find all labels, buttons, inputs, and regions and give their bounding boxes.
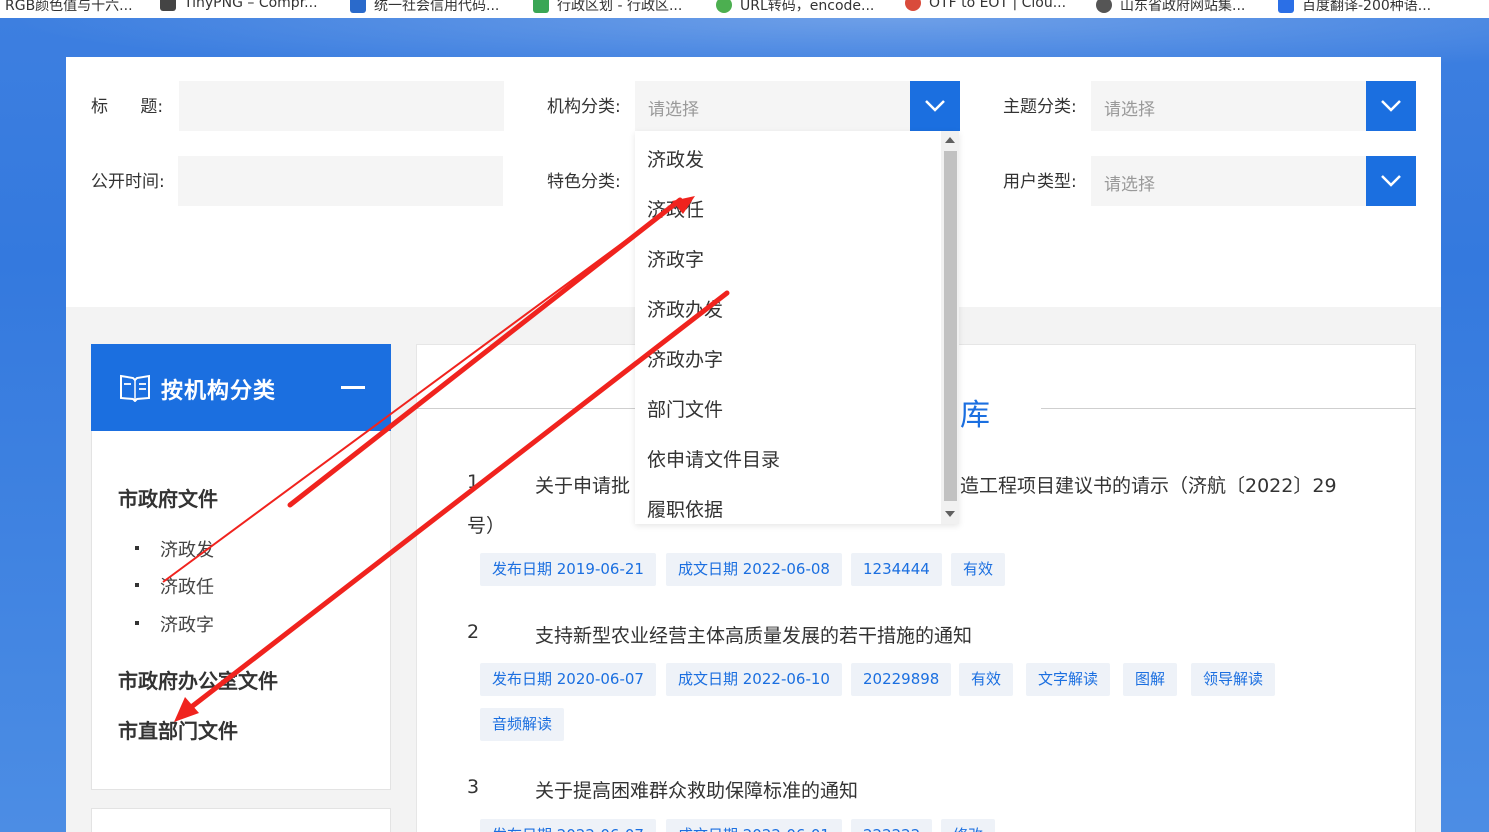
bookmark-label: 山东省政府网站集... (1120, 0, 1246, 14)
item-title[interactable]: 关于申请批 (535, 471, 630, 498)
title-divider-right (1041, 408, 1416, 409)
topic-category-label: 主题分类: (1003, 97, 1077, 117)
org-category-dropdown-list: 济政发 济政任 济政字 济政办发 济政办字 部门文件 依申请文件目录 履职依据 (635, 131, 959, 524)
scroll-down-icon[interactable] (945, 511, 955, 517)
translate-icon (1278, 0, 1294, 13)
public-time-label: 公开时间: (91, 172, 165, 192)
bookmark-label: 行政区划 - 行政区... (557, 0, 683, 14)
item-number: 1 (467, 471, 480, 493)
leader-interpretation-tag[interactable]: 领导解读 (1191, 663, 1276, 696)
status-badge: 有效 (951, 553, 1006, 586)
dropdown-option[interactable]: 济政字 (647, 245, 704, 272)
user-type-select[interactable]: 请选择 (1091, 156, 1416, 206)
dropdown-option[interactable]: 济政办发 (647, 295, 723, 322)
bookmark-label: OTF to EOT | Clou... (929, 0, 1067, 11)
scrollbar-thumb[interactable] (944, 151, 957, 501)
dropdown-option[interactable]: 济政办字 (647, 345, 723, 372)
bookmark-item[interactable]: 百度翻译-200种语... (1278, 0, 1431, 15)
user-type-placeholder: 请选择 (1104, 175, 1155, 195)
bookmark-item[interactable]: 山东省政府网站集... (1096, 0, 1245, 15)
item-title[interactable]: 造工程项目建议书的请示（济航〔2022〕29 (960, 471, 1337, 498)
dropdown-option[interactable]: 部门文件 (647, 395, 723, 422)
doc-number-tag: 222222 (851, 819, 933, 832)
status-badge: 修改 (941, 819, 996, 832)
bookmark-label: URL转码，encode... (740, 0, 875, 14)
collapse-icon[interactable] (341, 386, 365, 389)
item-number: 2 (467, 621, 480, 643)
user-type-label: 用户类型: (1003, 172, 1077, 192)
written-date-tag: 成文日期 2022-06-10 (666, 663, 842, 696)
chevron-down-icon (925, 100, 945, 112)
gear-icon (716, 0, 732, 13)
code-icon (350, 0, 366, 13)
publish-date-tag: 发布日期 2019-06-21 (480, 553, 656, 586)
title-label: 标 题: (91, 97, 164, 117)
bookmark-item[interactable]: RGB颜色值与十六... (5, 0, 133, 15)
publish-date-tag: 发布日期 2020-06-07 (480, 663, 656, 696)
title-input[interactable] (179, 81, 504, 131)
feature-category-label: 特色分类: (547, 172, 621, 192)
globe-icon (1096, 0, 1112, 13)
org-category-select[interactable]: 请选择 (635, 81, 960, 131)
bookmark-item[interactable]: TinyPNG – Compr... (160, 0, 318, 11)
dropdown-option[interactable]: 济政发 (647, 145, 704, 172)
publish-date-tag: 发布日期 2022-06-07 (480, 819, 656, 832)
sidebar-body: 市政府文件 济政发 济政任 济政字 市政府办公室文件 市直部门文件 (91, 431, 391, 790)
sidebar-header[interactable]: 按机构分类 (91, 344, 391, 431)
org-category-dropdown-button[interactable] (910, 81, 960, 131)
topic-category-dropdown-button[interactable] (1366, 81, 1416, 131)
bookmark-item[interactable]: OTF to EOT | Clou... (905, 0, 1066, 11)
bookmark-item[interactable]: 行政区划 - 行政区... (533, 0, 682, 15)
graphic-interpretation-tag[interactable]: 图解 (1123, 663, 1178, 696)
audio-interpretation-tag[interactable]: 音频解读 (480, 708, 565, 741)
bookmarks-bar: RGB颜色值与十六... TinyPNG – Compr... 统一社会信用代码… (0, 0, 1489, 18)
written-date-tag: 成文日期 2022-06-08 (666, 553, 842, 586)
chevron-down-icon (1381, 100, 1401, 112)
dropdown-option[interactable]: 依申请文件目录 (647, 445, 780, 472)
dropdown-option[interactable]: 履职依据 (647, 495, 723, 522)
public-time-input[interactable] (178, 156, 503, 206)
bookmark-label: TinyPNG – Compr... (184, 0, 318, 11)
doc-number-tag: 1234444 (851, 553, 942, 586)
sidebar-item-jizhengren[interactable]: 济政任 (135, 573, 214, 599)
dropdown-option[interactable]: 济政任 (647, 195, 704, 222)
text-interpretation-tag[interactable]: 文字解读 (1026, 663, 1111, 696)
org-category-placeholder: 请选择 (648, 100, 699, 120)
sidebar-category-city-gov-office[interactable]: 市政府办公室文件 (118, 665, 278, 694)
panda-icon (160, 0, 176, 11)
written-date-tag: 成文日期 2022-06-01 (666, 819, 842, 832)
item-title[interactable]: 支持新型农业经营主体高质量发展的若干措施的通知 (535, 621, 972, 648)
doc-number-tag: 20229898 (851, 663, 952, 696)
cloud-icon (905, 0, 921, 11)
sidebar-item-jizhengzi[interactable]: 济政字 (135, 611, 214, 637)
bookmark-item[interactable]: URL转码，encode... (716, 0, 874, 15)
topic-category-select[interactable]: 请选择 (1091, 81, 1416, 131)
list-title: 库 (960, 398, 990, 433)
item-number: 3 (467, 776, 480, 798)
status-badge: 有效 (959, 663, 1014, 696)
bookmark-label: 统一社会信用代码... (374, 0, 500, 14)
topic-category-placeholder: 请选择 (1104, 100, 1155, 120)
org-category-label: 机构分类: (547, 97, 621, 117)
sidebar-category-city-departments[interactable]: 市直部门文件 (118, 715, 238, 744)
scroll-up-icon[interactable] (945, 137, 955, 143)
book-icon (120, 374, 150, 402)
user-type-dropdown-button[interactable] (1366, 156, 1416, 206)
sidebar-title: 按机构分类 (161, 379, 277, 404)
title-divider-left (417, 408, 637, 409)
bookmark-label: RGB颜色值与十六... (5, 0, 133, 14)
sidebar-next-panel (91, 808, 391, 832)
sidebar-item-jizhengfa[interactable]: 济政发 (135, 536, 214, 562)
bookmark-item[interactable]: 统一社会信用代码... (350, 0, 499, 15)
map-icon (533, 0, 549, 13)
item-title[interactable]: 关于提高困难群众救助保障标准的通知 (535, 776, 858, 803)
item-title[interactable]: 号） (467, 511, 505, 538)
bookmark-label: 百度翻译-200种语... (1302, 0, 1432, 14)
sidebar-category-city-gov[interactable]: 市政府文件 (118, 483, 218, 512)
chevron-down-icon (1381, 175, 1401, 187)
dropdown-scrollbar[interactable] (941, 131, 959, 524)
